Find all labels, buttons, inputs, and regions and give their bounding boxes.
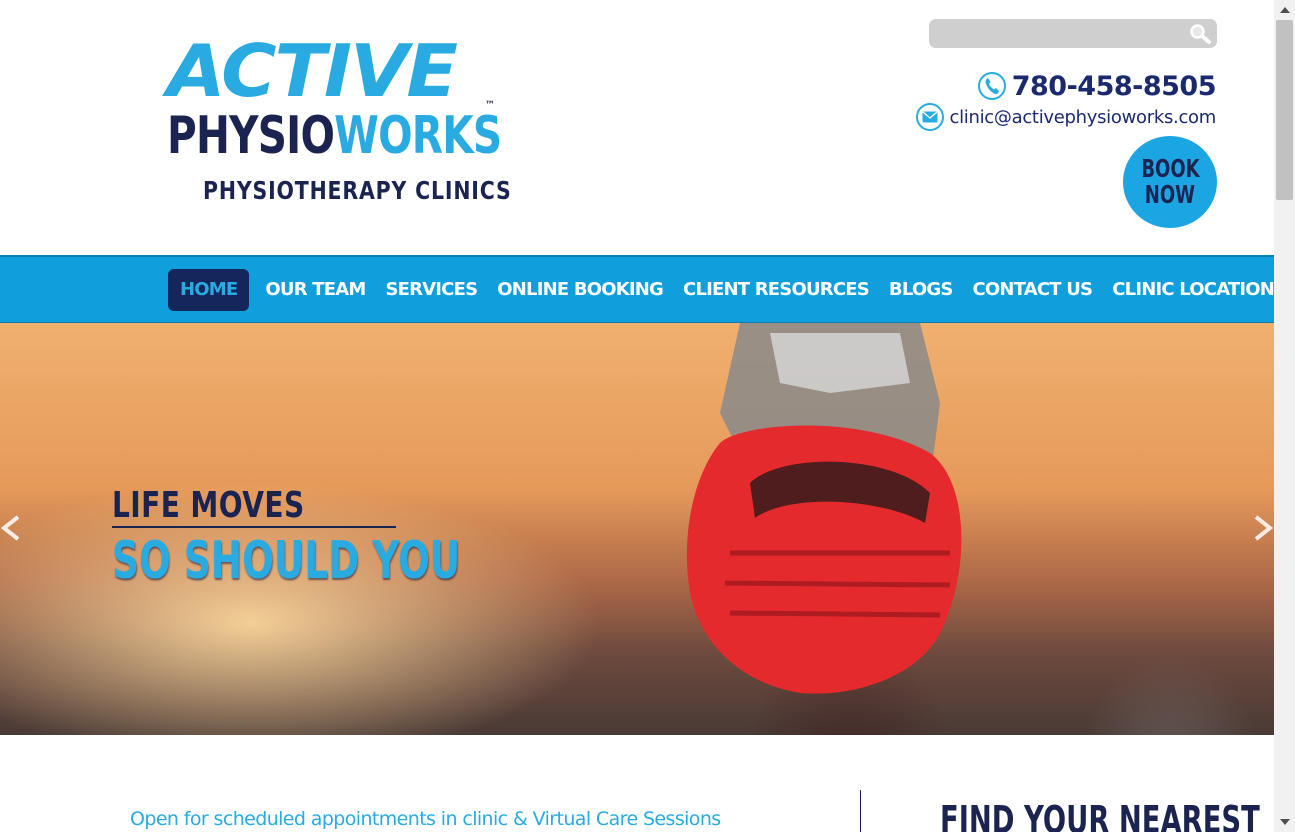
content-divider [860,790,861,832]
logo-word-active: ACTIVE [167,29,458,113]
scroll-thumb[interactable] [1276,20,1293,200]
logo-word-physio: PHYSIO [167,106,335,166]
logo-trademark: ™ [485,100,495,111]
logo-tagline: PHYSIOTHERAPY CLINICS [203,176,512,205]
header-email[interactable]: clinic@activephysioworks.com [915,102,1217,132]
nav-item-blogs[interactable]: BLOGS [879,269,963,311]
nav-item-services[interactable]: SERVICES [375,269,487,311]
nav-item-clinic-locations[interactable]: CLINIC LOCATIONS [1102,269,1274,311]
scroll-up-arrow-icon[interactable] [1274,0,1295,20]
email-icon [915,103,944,131]
vertical-scrollbar[interactable] [1274,0,1295,832]
header-phone[interactable]: 780-458-8505 [977,68,1217,104]
book-now-button[interactable]: BOOK NOW [1123,136,1217,228]
appointments-notice[interactable]: Open for scheduled appointments in clini… [130,808,721,830]
phone-number[interactable]: 780-458-8505 [1012,71,1217,102]
hero-image-running-shoe [686,323,962,694]
nav-item-contact-us[interactable]: CONTACT US [963,269,1103,311]
page: ACTIVE PHYSIOWORKS ™ PHYSIOTHERAPY CLINI… [0,0,1274,832]
nav-item-home[interactable]: HOME [168,269,250,311]
site-logo[interactable]: ACTIVE PHYSIOWORKS ™ PHYSIOTHERAPY CLINI… [167,29,511,208]
hero-subheading: SO SHOULD YOU [112,531,461,591]
nav-item-client-resources[interactable]: CLIENT RESOURCES [673,269,879,311]
search-input[interactable] [929,19,1217,48]
main-navigation: HOME OUR TEAM SERVICES ONLINE BOOKING CL… [0,255,1274,323]
slider-prev-arrow-icon[interactable] [0,513,20,543]
book-now-label-line1: BOOK [1140,154,1200,183]
phone-icon [977,72,1006,100]
hero-heading: LIFE MOVES [112,485,305,526]
scroll-down-arrow-icon[interactable] [1274,812,1295,832]
logo-word-works: WORKS [334,106,502,166]
nav-item-our-team[interactable]: OUR TEAM [255,269,375,311]
logo-word-physioworks: PHYSIOWORKS [167,106,502,166]
email-address[interactable]: clinic@activephysioworks.com [950,107,1217,128]
nav-menu: HOME OUR TEAM SERVICES ONLINE BOOKING CL… [168,269,1274,311]
slider-next-arrow-icon[interactable] [1254,513,1274,543]
nav-item-online-booking[interactable]: ONLINE BOOKING [487,269,673,311]
hero-slider: LIFE MOVES SO SHOULD YOU [0,323,1274,735]
book-now-label-line2: NOW [1144,180,1196,209]
hero-divider [112,526,396,528]
find-nearest-heading: FIND YOUR NEAREST [940,798,1260,832]
search-icon[interactable] [1189,23,1211,45]
